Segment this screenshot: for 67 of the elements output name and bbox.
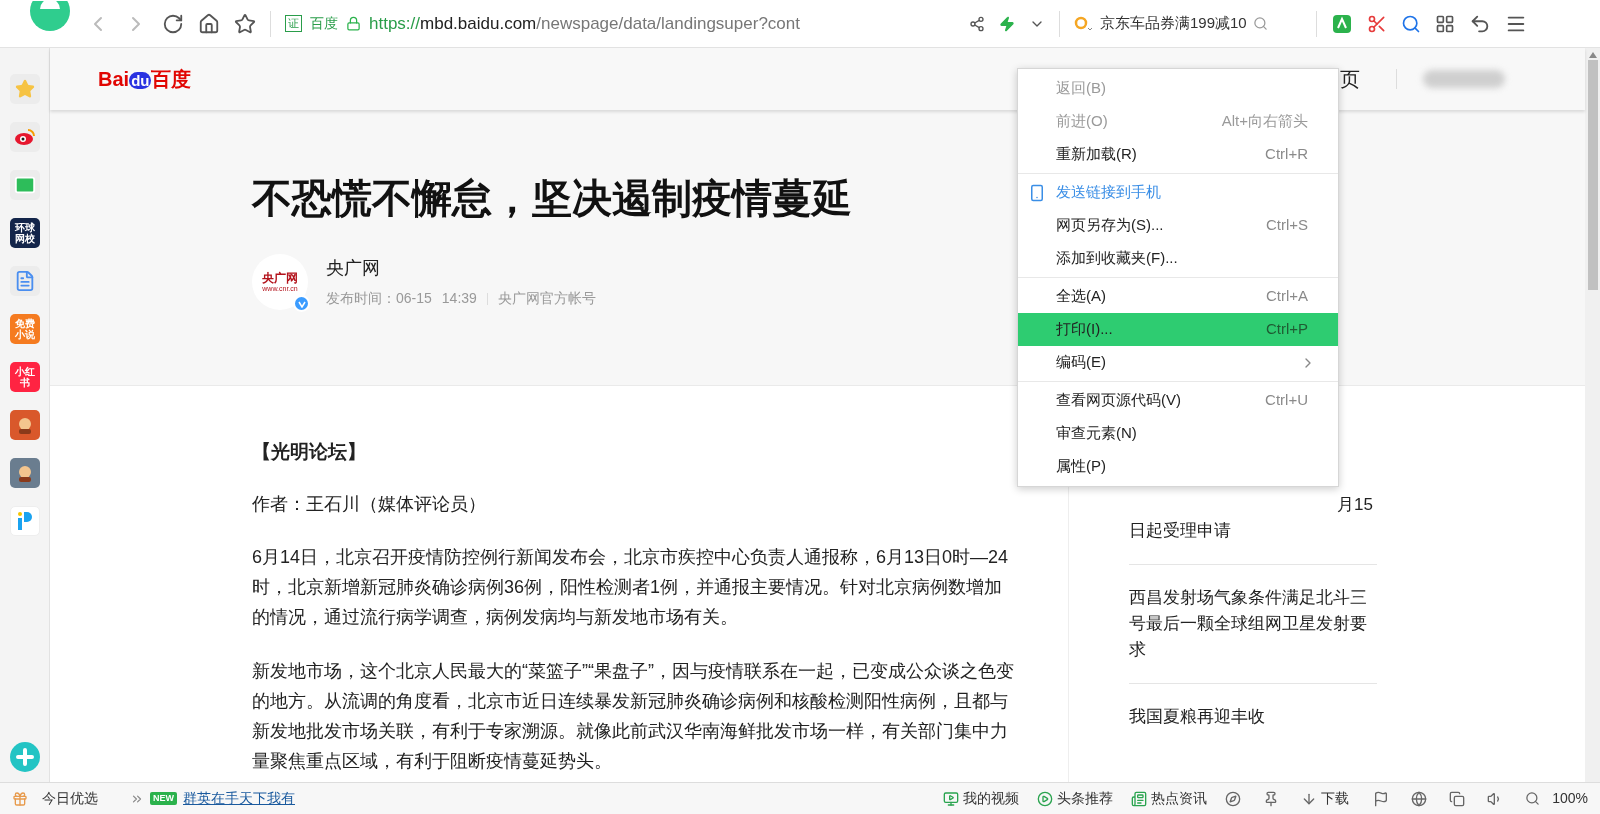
- status-button[interactable]: 热点资讯: [1151, 788, 1208, 809]
- publish-date: 发布时间：06-15: [326, 289, 432, 308]
- related-news-item[interactable]: 西昌发射场气象条件满足北斗三号最后一颗全球组网卫星发射要求: [1129, 565, 1377, 684]
- newspaper-icon: [1131, 790, 1148, 807]
- video-icon: [943, 790, 960, 807]
- article-paragraph: 新发地市场，这个北京人民最大的“菜篮子”“果盘子”，因与疫情联系在一起，已变成公众谈之色变的地方。从流调的角度看，北京市近日连续暴发新冠肺炎确诊病例和核酸检测阳性病例，且都与新发地批发市场关联，有利于专家溯源。就像此前武汉华南海鲜批发市场一样，有关部门集中力量聚焦重点区域，有利于阻断疫情蔓延势头。: [252, 659, 1015, 773]
- source-name[interactable]: 央广网: [326, 255, 596, 282]
- zoom-level[interactable]: 100%: [1552, 788, 1588, 809]
- scrollbar-thumb[interactable]: [1587, 60, 1598, 290]
- share-icon[interactable]: [969, 15, 985, 32]
- search-icon[interactable]: [1252, 16, 1268, 31]
- zoom-icon[interactable]: [1525, 791, 1541, 806]
- window-icon[interactable]: [1449, 790, 1466, 807]
- status-link[interactable]: 今日优选: [42, 788, 98, 809]
- lightning-icon[interactable]: [999, 15, 1015, 32]
- article-title: 不恐慌不懈怠，坚决遏制疫情蔓延: [252, 175, 852, 222]
- extension-icon[interactable]: [1331, 12, 1353, 35]
- home-icon[interactable]: [198, 12, 220, 35]
- app-icon[interactable]: 环球网校: [9, 218, 40, 248]
- game-icon[interactable]: [9, 410, 40, 440]
- news-ticker-link[interactable]: 群英在手天下我有: [183, 788, 295, 809]
- article-author: 作者：王石川（媒体评论员）: [252, 492, 487, 516]
- scroll-up-icon[interactable]: [1588, 52, 1597, 58]
- search-text: 京东车品券满199减10: [1100, 13, 1247, 34]
- menu-item[interactable]: 查看网页源代码(V) Ctrl+U: [1018, 384, 1338, 417]
- star-icon[interactable]: [234, 12, 256, 35]
- account-label: 央广网官方帐号: [497, 289, 596, 308]
- site-logo[interactable]: Bai du百度: [98, 64, 192, 94]
- menu-item[interactable]: 全选(A) Ctrl+A: [1018, 280, 1338, 313]
- scrollbar[interactable]: [1585, 48, 1600, 782]
- home-link[interactable]: 页: [1340, 64, 1360, 94]
- address-bar[interactable]: 证 百度 https://mbd.baidu.com/newspage/data/landingsuper?cont: [285, 10, 955, 37]
- article-heading: 【光明论坛】: [252, 440, 367, 464]
- sidebar-button[interactable]: [9, 506, 40, 536]
- game-icon[interactable]: [9, 458, 40, 488]
- menu-item[interactable]: 打印(I)... Ctrl+P: [1018, 313, 1338, 346]
- scissors-icon[interactable]: [1367, 13, 1387, 34]
- phone-icon: [1028, 183, 1046, 202]
- menu-item[interactable]: 重新加载(R) Ctrl+R: [1018, 138, 1338, 171]
- related-news-item[interactable]: 我国夏粮再迎丰收: [1129, 684, 1377, 750]
- app-icon[interactable]: 小红书: [9, 362, 40, 392]
- publish-time: 14:39: [441, 289, 477, 308]
- new-badge: NEW: [150, 791, 177, 806]
- browser-icon[interactable]: [1411, 790, 1428, 807]
- compass-icon[interactable]: [1225, 790, 1242, 807]
- menu-item[interactable]: 编码(E): [1018, 346, 1338, 379]
- status-button[interactable]: 我的视频: [963, 788, 1020, 809]
- magnifier-icon[interactable]: [1401, 13, 1421, 34]
- gift-icon: [12, 790, 28, 807]
- article-paragraph: 6月14日，北京召开疫情防控例行新闻发布会，北京市疾控中心负责人通报称，6月13日0时—24时，北京新增新冠肺炎确诊病例36例，阳性检测者1例，并通报主要情况。针对北京病例数增加的情况，通过流行病学调查，病例发病均与新发地市场有关。: [252, 545, 1010, 629]
- flag-icon[interactable]: [1373, 790, 1390, 807]
- grid-icon[interactable]: [1435, 13, 1455, 34]
- url-text: https://mbd.baidu.com/newspage/data/landingsuper?cont: [369, 12, 800, 35]
- certificate-label: 百度: [310, 14, 338, 33]
- status-button[interactable]: 头条推荐: [1057, 788, 1114, 809]
- avatar-logo-text: 央广网: [262, 271, 298, 285]
- lock-icon: [346, 16, 361, 31]
- search-field[interactable]: 京东车品券满199减10: [1074, 12, 1302, 35]
- sidebar-button[interactable]: [9, 122, 40, 152]
- play-icon: [1037, 790, 1054, 807]
- certificate-badge[interactable]: 证: [285, 15, 302, 32]
- menu-item[interactable]: 网页另存为(S)... Ctrl+S: [1018, 209, 1338, 242]
- reload-icon[interactable]: [162, 12, 184, 35]
- menu-item[interactable]: 添加到收藏夹(F)...: [1018, 242, 1338, 275]
- menu-item[interactable]: 审查元素(N): [1018, 417, 1338, 450]
- menu-item[interactable]: 发送链接到手机: [1018, 176, 1338, 209]
- status-button[interactable]: 下载: [1321, 788, 1350, 809]
